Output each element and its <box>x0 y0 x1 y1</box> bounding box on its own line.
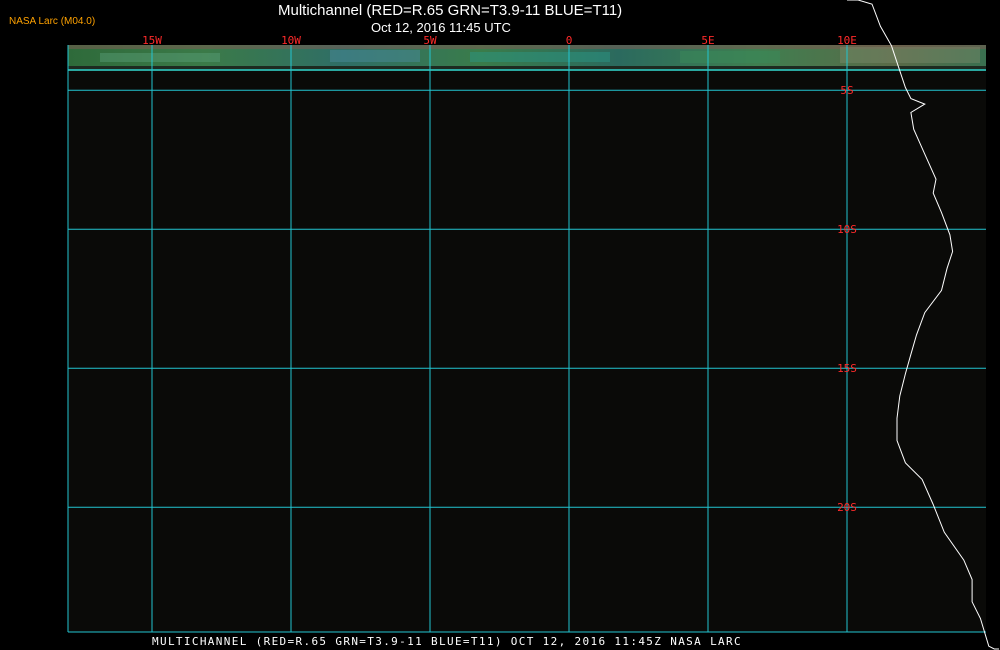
satellite-imagery-strip <box>68 45 986 71</box>
product-id-label: NASA Larc (M04.0) <box>9 16 96 27</box>
longitude-label-10w: 10W <box>281 34 301 47</box>
longitude-label-0: 0 <box>566 34 573 47</box>
map-panel <box>68 45 986 632</box>
longitude-label-10e: 10E <box>837 34 857 47</box>
satellite-image-viewer: 15W 10W 5W 0 5E 10E 5S 10S 15S 20S NASA Larc (M04… <box>0 0 1000 650</box>
image-title: Multichannel (RED=R.65 GRN=T3.9-11 BLUE=… <box>278 2 623 19</box>
image-timestamp: Oct 12, 2016 11:45 UTC <box>371 20 511 35</box>
map-canvas: 15W 10W 5W 0 5E 10E 5S 10S 15S 20S <box>67 0 999 650</box>
longitude-label-5w: 5W <box>423 34 437 47</box>
latitude-label-20s: 20S <box>837 501 857 514</box>
footer-caption: MULTICHANNEL (RED=R.65 GRN=T3.9-11 BLUE=… <box>152 635 742 648</box>
latitude-label-10s: 10S <box>837 223 857 236</box>
longitude-label-15w: 15W <box>142 34 162 47</box>
latitude-label-5s: 5S <box>840 84 853 97</box>
longitude-label-5e: 5E <box>701 34 714 47</box>
latitude-label-15s: 15S <box>837 362 857 375</box>
